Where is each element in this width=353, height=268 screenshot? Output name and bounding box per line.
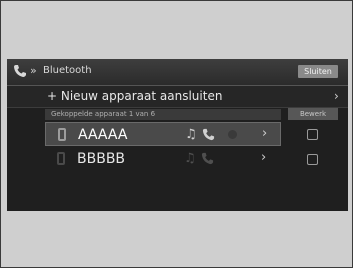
page-title: Bluetooth [43,65,92,76]
chevron-right-icon: › [261,150,267,165]
chevron-right-icon: › [262,126,268,141]
figure-frame: » Bluetooth Sluiten + Nieuw apparaat aan… [0,0,353,268]
smartphone-icon [57,152,65,165]
close-button[interactable]: Sluiten [298,65,338,78]
device-row[interactable]: BBBBB ♫ › [45,147,281,171]
phone-icon [202,128,215,141]
paired-devices-header: Gekoppelde apparaat 1 van 6 [45,109,281,120]
add-device-label: + Nieuw apparaat aansluiten [47,89,223,103]
message-icon [228,130,237,139]
phone-icon [201,152,214,165]
edit-button[interactable]: Bewerk [288,108,338,120]
device-checkbox[interactable] [307,154,318,165]
device-name: AAAAA [78,127,128,143]
bluetooth-screen: » Bluetooth Sluiten + Nieuw apparaat aan… [7,59,348,211]
device-checkbox[interactable] [307,129,318,140]
music-note-icon: ♫ [185,127,197,142]
device-row[interactable]: AAAAA ♫ › [45,122,281,146]
add-device-row[interactable]: + Nieuw apparaat aansluiten › [7,86,348,108]
breadcrumb-separator-icon: » [30,64,37,77]
chevron-right-icon: › [334,89,339,103]
music-note-icon: ♫ [184,151,196,166]
header-bar: » Bluetooth Sluiten [7,59,348,86]
smartphone-icon [58,128,66,141]
device-name: BBBBB [77,151,126,167]
paired-devices-label: Gekoppelde apparaat 1 van 6 [51,110,156,118]
phone-icon [14,65,26,77]
